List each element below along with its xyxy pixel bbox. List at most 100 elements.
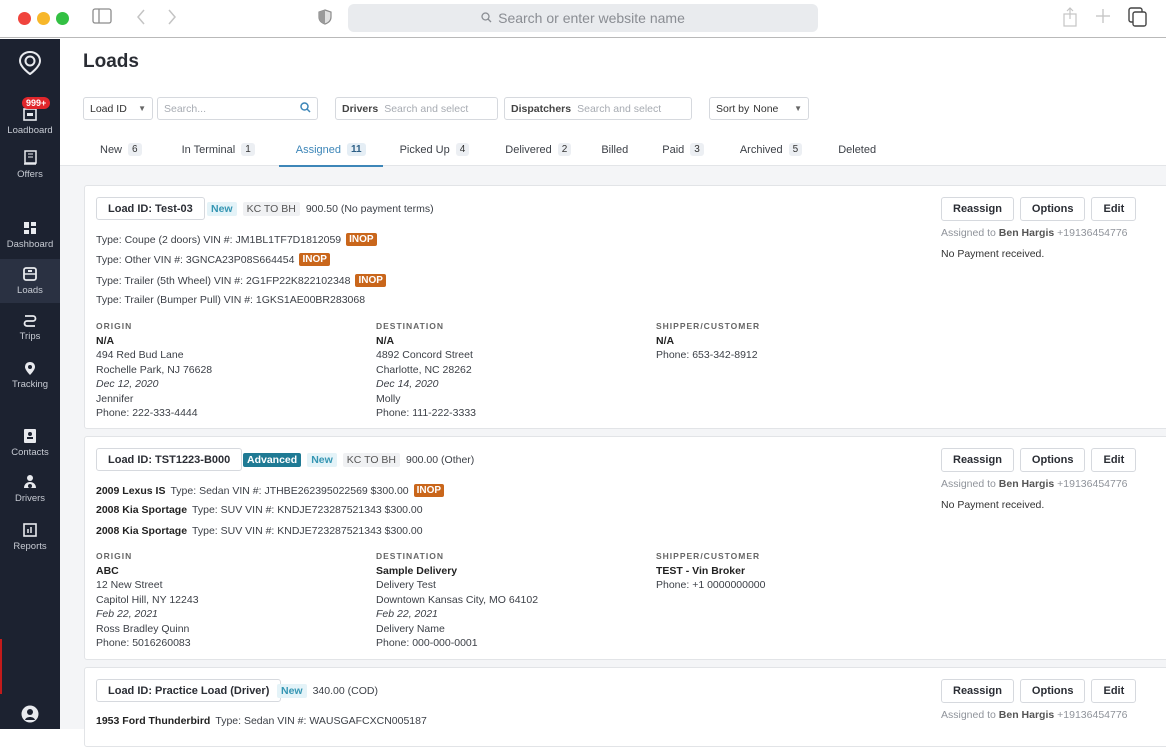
share-icon[interactable] bbox=[1062, 7, 1078, 32]
dispatchers-filter[interactable]: Dispatchers Search and select bbox=[504, 97, 692, 120]
tab-count: 5 bbox=[788, 143, 803, 156]
tab-picked-up[interactable]: Picked Up 4 bbox=[383, 133, 484, 166]
reassign-button[interactable]: Reassign bbox=[941, 197, 1014, 221]
load-id-button[interactable]: Load ID: Test-03 bbox=[96, 197, 205, 220]
vehicle-row: 2008 Kia Sportage Type: SUV VIN #: KNDJE7… bbox=[96, 525, 423, 537]
destination-city: Downtown Kansas City, MO 64102 bbox=[376, 593, 539, 606]
sidebar-item-label: Offers bbox=[17, 169, 43, 180]
tab-deleted[interactable]: Deleted bbox=[816, 133, 890, 166]
contacts-icon bbox=[21, 427, 39, 445]
reassign-button[interactable]: Reassign bbox=[941, 448, 1014, 472]
driver-name[interactable]: Ben Hargis bbox=[999, 709, 1054, 721]
destination-section: DESTINATION Sample Delivery Delivery Tes… bbox=[376, 549, 538, 651]
shipper-name: N/A bbox=[656, 334, 675, 347]
dispatchers-filter-label: Dispatchers bbox=[511, 102, 572, 115]
driver-name[interactable]: Ben Hargis bbox=[999, 478, 1054, 490]
tab-count: 1 bbox=[241, 143, 255, 156]
reassign-button[interactable]: Reassign bbox=[941, 679, 1014, 703]
sidebar-item-label: Loadboard bbox=[7, 125, 53, 136]
dispatchers-filter-placeholder: Search and select bbox=[577, 102, 662, 115]
address-bar[interactable]: Search or enter website name bbox=[348, 4, 818, 32]
options-button[interactable]: Options bbox=[1019, 679, 1086, 703]
vehicle-row: 2009 Lexus IS Type: Sedan VIN #: JTHBE262… bbox=[96, 484, 445, 497]
shipper-name: TEST - Vin Broker bbox=[656, 564, 746, 577]
forward-icon[interactable] bbox=[166, 8, 178, 31]
destination-phone: Phone: 111-222-3333 bbox=[376, 407, 477, 419]
tab-label: New bbox=[100, 143, 123, 156]
origin-label: ORIGIN bbox=[96, 551, 133, 561]
tab-in-terminal[interactable]: In Terminal 1 bbox=[156, 133, 269, 166]
sidebar-item-drivers[interactable]: Drivers bbox=[0, 471, 60, 511]
maximize-window-button[interactable] bbox=[56, 12, 69, 25]
edit-button[interactable]: Edit bbox=[1091, 679, 1137, 703]
sidebar-item-dashboard[interactable]: Dashboard bbox=[0, 215, 60, 255]
sort-value: None bbox=[753, 102, 779, 115]
options-button[interactable]: Options bbox=[1019, 197, 1086, 221]
load-card: Load ID: Test-03 New KC TO BH 900.50 (No… bbox=[84, 185, 1166, 429]
destination-city: Charlotte, NC 28262 bbox=[376, 363, 472, 376]
sidebar-item-tracking[interactable]: Tracking bbox=[0, 357, 60, 397]
shipper-label: SHIPPER/CUSTOMER bbox=[656, 321, 761, 331]
back-icon[interactable] bbox=[135, 8, 147, 31]
shipper-phone: Phone: +1 0000000000 bbox=[656, 579, 766, 591]
route-badge: KC TO BH bbox=[342, 453, 400, 467]
destination-name: N/A bbox=[376, 334, 395, 347]
search-icon[interactable] bbox=[300, 101, 311, 116]
sidebar-item-offers[interactable]: Offers bbox=[0, 147, 60, 187]
search-input[interactable]: Search... bbox=[157, 97, 318, 120]
tab-overview-icon[interactable] bbox=[1128, 7, 1148, 32]
app-logo-icon[interactable] bbox=[18, 50, 42, 80]
load-summary: Advanced New KC TO BH 900.00 (Other) bbox=[243, 453, 474, 467]
close-window-button[interactable] bbox=[18, 12, 31, 25]
tab-paid[interactable]: Paid 3 bbox=[642, 133, 718, 166]
sidebar: Loadboard 999+ Offers Dashboard Loads Tr… bbox=[0, 39, 60, 729]
drivers-icon bbox=[21, 473, 39, 491]
shipper-section: SHIPPER/CUSTOMER TEST - Vin Broker Phone… bbox=[656, 549, 765, 593]
options-button[interactable]: Options bbox=[1019, 448, 1086, 472]
sidebar-item-loads[interactable]: Loads bbox=[0, 259, 60, 303]
load-actions: Reassign Options Edit bbox=[941, 679, 1137, 703]
offers-icon bbox=[21, 149, 39, 167]
destination-section: DESTINATION N/A 4892 Concord Street Char… bbox=[376, 319, 476, 421]
shipper-phone: Phone: 653-342-8912 bbox=[656, 349, 758, 361]
origin-name: ABC bbox=[96, 564, 119, 577]
load-id-select-value: Load ID bbox=[90, 102, 127, 115]
user-profile-icon[interactable] bbox=[21, 705, 39, 728]
sidebar-item-contacts[interactable]: Contacts bbox=[0, 425, 60, 465]
tab-new[interactable]: New 6 bbox=[86, 133, 156, 166]
tab-label: Delivered bbox=[505, 143, 552, 156]
vehicle-name: 2009 Lexus IS bbox=[96, 484, 166, 497]
tab-archived[interactable]: Archived 5 bbox=[718, 133, 816, 166]
load-id-button[interactable]: Load ID: TST1223-B000 bbox=[96, 448, 243, 471]
edit-button[interactable]: Edit bbox=[1091, 448, 1137, 472]
tab-delivered[interactable]: Delivered 2 bbox=[483, 133, 585, 166]
edit-button[interactable]: Edit bbox=[1091, 197, 1137, 221]
vehicle-details: Type: SUV VIN #: KNDJE723287521343 $300.… bbox=[192, 504, 423, 516]
load-id-select[interactable]: Load ID ▼ bbox=[83, 97, 153, 120]
tab-count: 11 bbox=[347, 143, 366, 156]
drivers-filter[interactable]: Drivers Search and select bbox=[335, 97, 498, 120]
sidebar-item-trips[interactable]: Trips bbox=[0, 309, 60, 349]
driver-name[interactable]: Ben Hargis bbox=[999, 227, 1054, 239]
tab-assigned[interactable]: Assigned 11 bbox=[278, 133, 383, 167]
status-badge: New bbox=[277, 684, 307, 698]
sidebar-item-reports[interactable]: Reports bbox=[0, 519, 60, 559]
origin-name: N/A bbox=[96, 334, 115, 347]
load-price: 900.50 (No payment terms) bbox=[305, 203, 434, 215]
search-icon bbox=[481, 10, 492, 26]
driver-phone: +19136454776 bbox=[1057, 478, 1128, 490]
dashboard-icon bbox=[21, 219, 39, 237]
origin-phone: Phone: 5016260083 bbox=[96, 637, 191, 649]
sidebar-toggle-icon[interactable] bbox=[92, 8, 112, 29]
sort-select[interactable]: Sort by None ▼ bbox=[709, 97, 809, 120]
minimize-window-button[interactable] bbox=[37, 12, 50, 25]
destination-street: 4892 Concord Street bbox=[376, 349, 473, 361]
reports-icon bbox=[21, 521, 39, 539]
privacy-shield-icon[interactable] bbox=[318, 9, 332, 30]
load-id-button[interactable]: Load ID: Practice Load (Driver) bbox=[96, 679, 282, 702]
new-tab-icon[interactable] bbox=[1095, 7, 1111, 30]
inop-badge: INOP bbox=[346, 233, 377, 246]
load-actions: Reassign Options Edit bbox=[941, 197, 1137, 221]
tab-billed[interactable]: Billed bbox=[585, 133, 642, 166]
status-badge: New bbox=[207, 202, 237, 216]
